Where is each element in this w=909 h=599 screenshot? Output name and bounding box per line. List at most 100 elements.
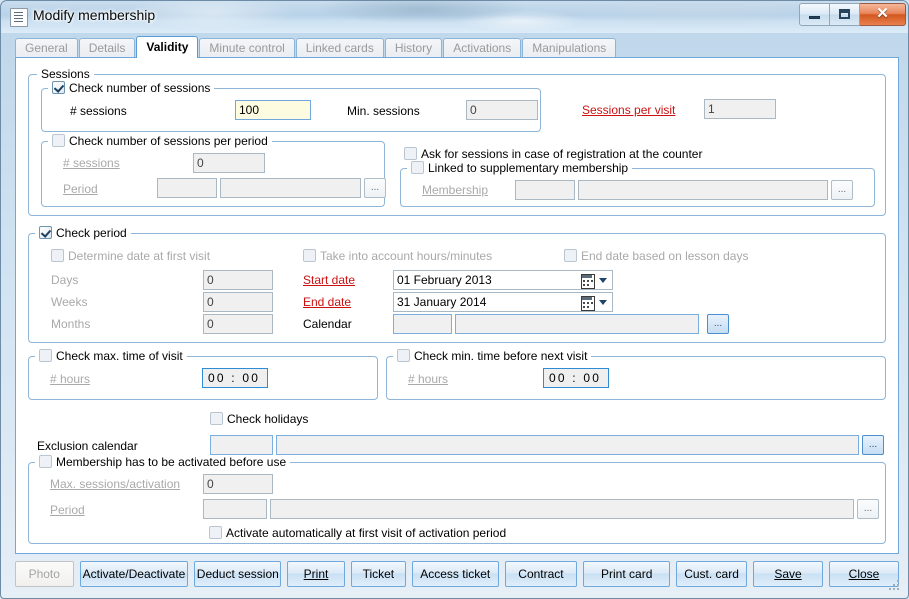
exclusion-calendar-label: Exclusion calendar bbox=[37, 439, 138, 453]
maximize-icon bbox=[839, 9, 850, 19]
end-date-lesson-days-label: End date based on lesson days bbox=[581, 249, 748, 263]
check-period-checkbox[interactable] bbox=[39, 226, 52, 239]
end-date-input[interactable]: 31 January 2014 bbox=[393, 292, 578, 312]
max-sessions-activation-input[interactable]: 0 bbox=[203, 474, 273, 494]
deduct-session-button[interactable]: Deduct session bbox=[194, 561, 281, 587]
start-date-calendar-button[interactable] bbox=[577, 270, 613, 290]
check-sessions-per-period-checkbox[interactable] bbox=[52, 134, 65, 147]
access-ticket-button[interactable]: Access ticket bbox=[412, 561, 499, 587]
months-input[interactable]: 0 bbox=[203, 314, 273, 334]
tab-details[interactable]: Details bbox=[79, 38, 136, 58]
check-max-time-checkbox[interactable] bbox=[39, 349, 52, 362]
sessions-group: Sessions Check number of sessions # sess… bbox=[28, 74, 886, 216]
close-button[interactable]: ✕ bbox=[860, 3, 906, 26]
period-browse-button[interactable]: ... bbox=[364, 178, 386, 198]
exclusion-calendar-code-input[interactable] bbox=[210, 435, 273, 455]
membership-code-input[interactable] bbox=[515, 180, 575, 200]
print-button[interactable]: Print bbox=[304, 567, 329, 581]
tab-validity[interactable]: Validity bbox=[136, 36, 198, 58]
calendar-browse-button[interactable]: ... bbox=[707, 314, 729, 334]
activation-period-code-input[interactable] bbox=[203, 499, 267, 519]
end-date-label: End date bbox=[303, 295, 351, 309]
ask-for-sessions-label: Ask for sessions in case of registration… bbox=[421, 147, 702, 161]
exclusion-calendar-name-input[interactable] bbox=[276, 435, 859, 455]
determine-date-first-visit-checkbox[interactable] bbox=[51, 249, 64, 262]
maximize-button[interactable] bbox=[830, 3, 860, 26]
save-button[interactable]: Save bbox=[774, 567, 801, 581]
determine-date-first-visit-row[interactable]: Determine date at first visit bbox=[51, 249, 210, 263]
photo-button[interactable]: Photo bbox=[15, 561, 74, 587]
tab-history[interactable]: History bbox=[385, 38, 442, 58]
print-card-button[interactable]: Print card bbox=[583, 561, 670, 587]
check-sessions-per-period-legend[interactable]: Check number of sessions per period bbox=[48, 134, 272, 148]
check-period-label: Check period bbox=[56, 226, 127, 240]
weeks-input[interactable]: 0 bbox=[203, 292, 273, 312]
sessions-per-visit-input[interactable]: 1 bbox=[704, 99, 776, 119]
activation-legend[interactable]: Membership has to be activated before us… bbox=[35, 455, 290, 469]
period-name-input[interactable] bbox=[220, 178, 361, 198]
weeks-label: Weeks bbox=[51, 295, 87, 309]
days-input[interactable]: 0 bbox=[203, 270, 273, 290]
end-date-lesson-days-checkbox[interactable] bbox=[564, 249, 577, 262]
check-number-sessions-checkbox[interactable] bbox=[52, 81, 65, 94]
tab-manipulations[interactable]: Manipulations bbox=[522, 38, 616, 58]
check-max-time-legend[interactable]: Check max. time of visit bbox=[35, 349, 187, 363]
calendar-code-input[interactable] bbox=[393, 314, 452, 334]
tab-linked-cards[interactable]: Linked cards bbox=[296, 38, 384, 58]
max-time-hours-input[interactable]: 00 : 00 bbox=[202, 368, 268, 388]
linked-supplementary-legend[interactable]: Linked to supplementary membership bbox=[407, 161, 632, 175]
calendar-name-input[interactable] bbox=[455, 314, 699, 334]
calendar-label: Calendar bbox=[303, 317, 352, 331]
check-number-sessions-legend[interactable]: Check number of sessions bbox=[48, 81, 214, 95]
max-sessions-activation-label: Max. sessions/activation bbox=[50, 477, 180, 491]
contract-button[interactable]: Contract bbox=[505, 561, 578, 587]
auto-activate-checkbox[interactable] bbox=[209, 526, 222, 539]
min-sessions-input[interactable]: 0 bbox=[466, 100, 538, 120]
exclusion-calendar-browse-button[interactable]: ... bbox=[862, 435, 884, 455]
check-period-legend[interactable]: Check period bbox=[35, 226, 131, 240]
period-code-input[interactable] bbox=[157, 178, 217, 198]
start-date-input[interactable]: 01 February 2013 bbox=[393, 270, 578, 290]
check-min-time-legend[interactable]: Check min. time before next visit bbox=[393, 349, 591, 363]
linked-supplementary-group: Linked to supplementary membership Membe… bbox=[400, 168, 875, 207]
membership-browse-button[interactable]: ... bbox=[831, 180, 853, 200]
end-date-calendar-button[interactable] bbox=[577, 292, 613, 312]
min-time-hours-input[interactable]: 00 : 00 bbox=[543, 368, 609, 388]
cust-card-button[interactable]: Cust. card bbox=[676, 561, 747, 587]
modify-membership-window: Modify membership ✕ General Details Vali… bbox=[0, 0, 909, 599]
ask-for-sessions-checkbox[interactable] bbox=[404, 147, 417, 160]
activation-period-name-input[interactable] bbox=[270, 499, 854, 519]
membership-name-input[interactable] bbox=[578, 180, 828, 200]
check-holidays-label: Check holidays bbox=[227, 412, 308, 426]
check-min-time-checkbox[interactable] bbox=[397, 349, 410, 362]
check-min-time-group: Check min. time before next visit # hour… bbox=[386, 356, 886, 400]
ticket-button[interactable]: Ticket bbox=[351, 561, 406, 587]
close-button-bottom[interactable]: Close bbox=[849, 567, 880, 581]
check-holidays-row[interactable]: Check holidays bbox=[210, 412, 308, 426]
auto-activate-label: Activate automatically at first visit of… bbox=[226, 526, 506, 540]
determine-date-first-visit-label: Determine date at first visit bbox=[68, 249, 210, 263]
tab-activations[interactable]: Activations bbox=[443, 38, 521, 58]
num-sessions-input[interactable]: 100 bbox=[235, 100, 311, 120]
check-holidays-checkbox[interactable] bbox=[210, 412, 223, 425]
period-num-sessions-input[interactable]: 0 bbox=[193, 153, 265, 173]
linked-supplementary-checkbox[interactable] bbox=[411, 161, 424, 174]
period-num-sessions-label: # sessions bbox=[63, 156, 120, 170]
tab-general[interactable]: General bbox=[15, 38, 78, 58]
check-number-sessions-label: Check number of sessions bbox=[69, 81, 210, 95]
activation-checkbox[interactable] bbox=[39, 455, 52, 468]
minimize-button[interactable] bbox=[799, 3, 830, 26]
end-date-lesson-days-row[interactable]: End date based on lesson days bbox=[564, 249, 748, 263]
months-label: Months bbox=[51, 317, 90, 331]
auto-activate-row[interactable]: Activate automatically at first visit of… bbox=[209, 526, 506, 540]
check-number-sessions-group: Check number of sessions # sessions 100 … bbox=[41, 88, 541, 132]
activation-period-browse-button[interactable]: ... bbox=[857, 499, 879, 519]
num-sessions-label: # sessions bbox=[70, 104, 127, 118]
validity-panel: Sessions Check number of sessions # sess… bbox=[15, 57, 899, 554]
tab-minute-control[interactable]: Minute control bbox=[199, 38, 294, 58]
activate-deactivate-button[interactable]: Activate/Deactivate bbox=[80, 561, 189, 587]
resize-grip[interactable] bbox=[889, 580, 901, 592]
take-into-account-hours-row[interactable]: Take into account hours/minutes bbox=[303, 249, 492, 263]
ask-for-sessions-row[interactable]: Ask for sessions in case of registration… bbox=[404, 147, 702, 161]
take-into-account-hours-checkbox[interactable] bbox=[303, 249, 316, 262]
